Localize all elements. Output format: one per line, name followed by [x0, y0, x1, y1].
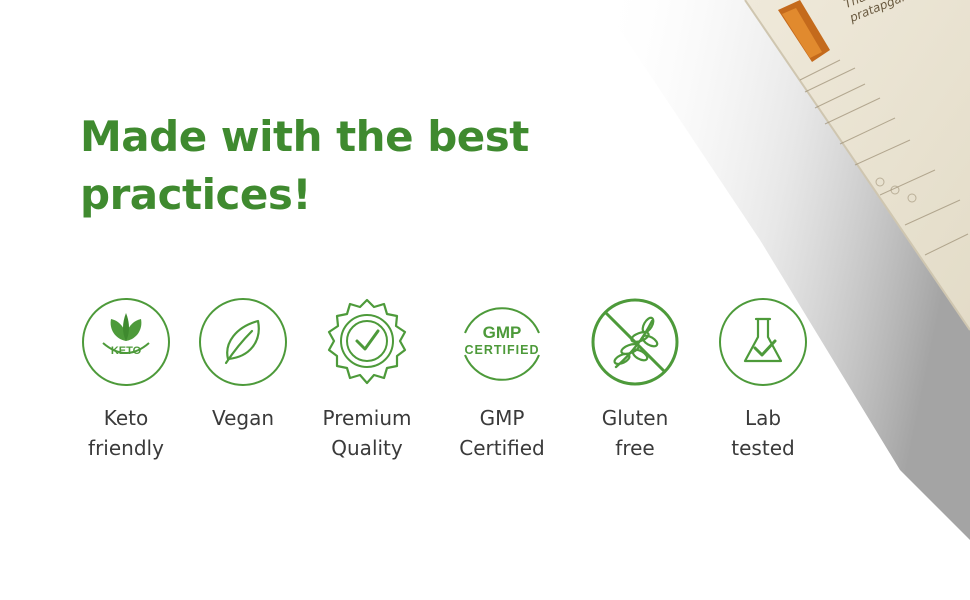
badge-label-line: Quality — [331, 436, 403, 460]
badge-gluten-free: Gluten free — [565, 297, 705, 463]
badge-label-line: Gluten — [601, 406, 669, 430]
badge-label-line: free — [615, 436, 655, 460]
badge-label-line: Keto — [103, 406, 149, 430]
keto-icon-text: KETO — [111, 345, 142, 357]
badge-lab-tested: Lab tested — [693, 297, 833, 463]
feature-badges: KETO Keto friendly Vegan Premium Quality — [0, 0, 970, 600]
badge-label-line: GMP — [479, 406, 525, 430]
badge-label: Premium Quality — [297, 403, 437, 463]
flask-check-icon — [718, 297, 808, 387]
badge-label: Lab tested — [693, 403, 833, 463]
leaf-icon — [198, 297, 288, 387]
badge-label-line: Vegan — [211, 406, 275, 430]
gmp-certified-seal-icon: GMP CERTIFIED — [457, 297, 547, 387]
gmp-icon-text: GMP — [483, 323, 522, 342]
gear-check-icon — [322, 297, 412, 387]
badge-label-line: Lab — [744, 406, 782, 430]
badge-vegan: Vegan — [173, 297, 313, 433]
no-wheat-icon — [590, 297, 680, 387]
badge-label-line: Certified — [459, 436, 545, 460]
badge-label-line: friendly — [88, 436, 164, 460]
badge-label-line: tested — [731, 436, 795, 460]
badge-label: Gluten free — [565, 403, 705, 463]
badge-label: Vegan — [173, 403, 313, 433]
badge-label: GMP Certified — [432, 403, 572, 463]
keto-leaf-icon: KETO — [81, 297, 171, 387]
badge-label-line: Premium — [322, 406, 412, 430]
badge-premium-quality: Premium Quality — [297, 297, 437, 463]
certified-icon-text: CERTIFIED — [465, 343, 540, 357]
badge-gmp-certified: GMP CERTIFIED GMP Certified — [432, 297, 572, 463]
